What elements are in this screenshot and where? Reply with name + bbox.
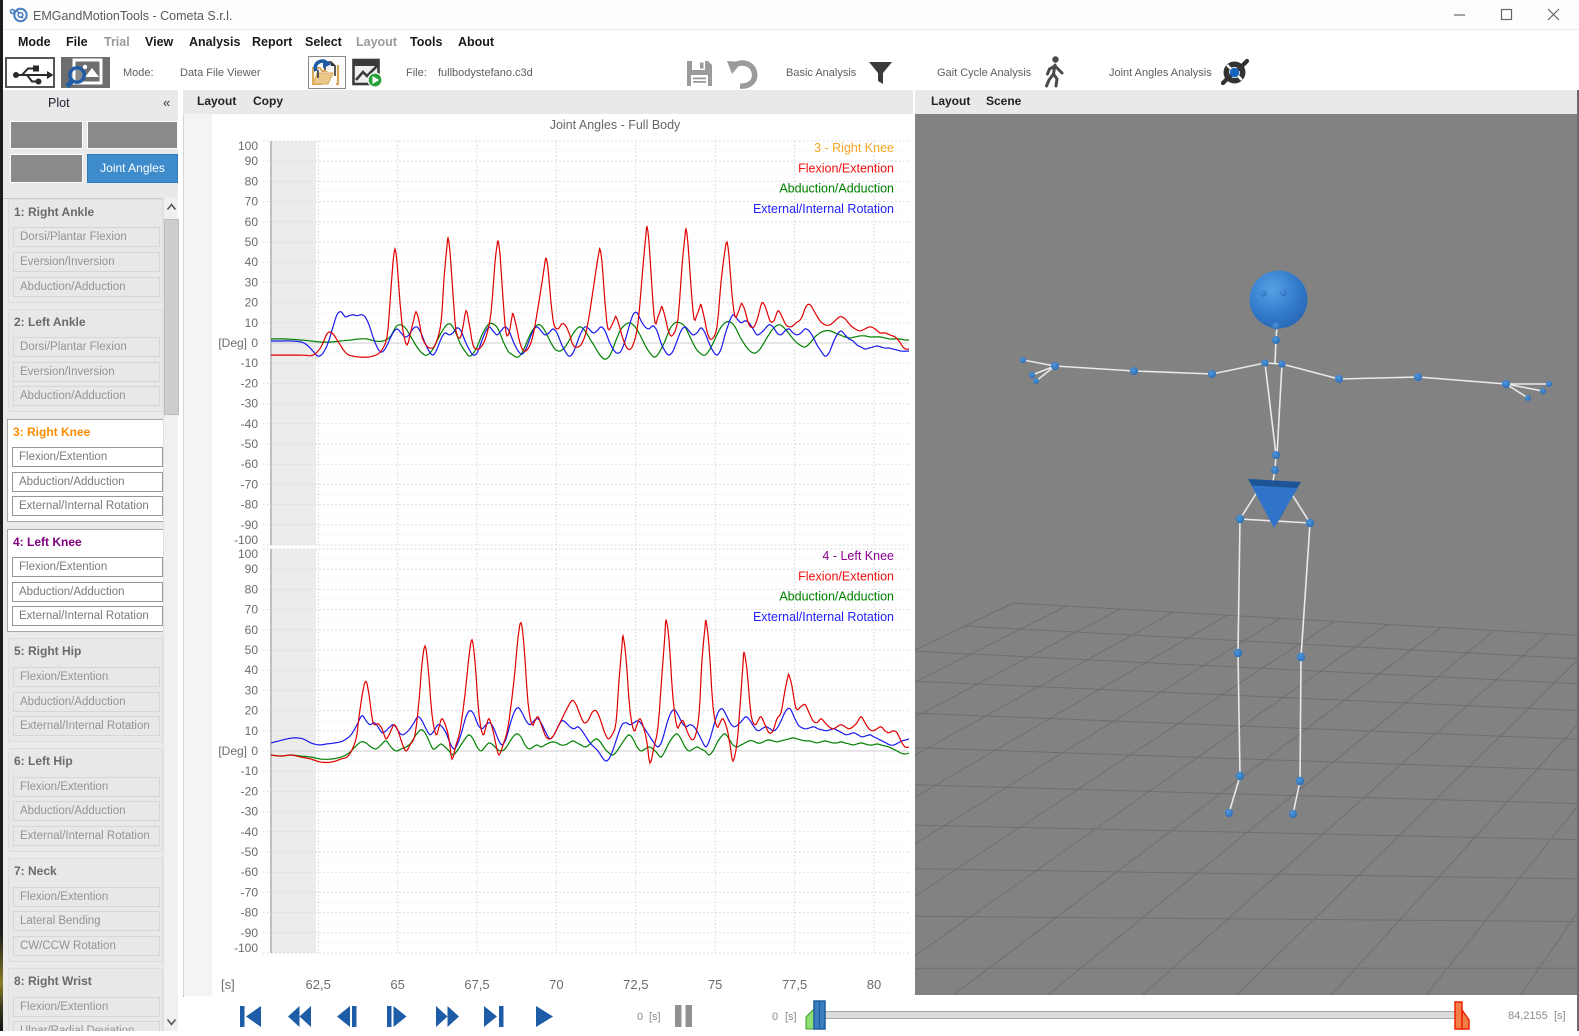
svg-text:4 - Left Knee: 4 - Left Knee (822, 549, 894, 563)
svg-text:80: 80 (245, 174, 259, 188)
svg-text:-70: -70 (241, 477, 259, 491)
svg-text:Abduction/Adduction: Abduction/Adduction (779, 182, 894, 196)
svg-text:-50: -50 (241, 437, 259, 451)
svg-text:[s]: [s] (221, 977, 235, 992)
svg-text:[Deg]: [Deg] (218, 336, 247, 350)
svg-text:0: 0 (251, 744, 258, 758)
svg-text:77,5: 77,5 (782, 977, 807, 992)
svg-text:-80: -80 (241, 906, 259, 920)
svg-text:80: 80 (245, 582, 259, 596)
svg-text:External/Internal Rotation: External/Internal Rotation (753, 202, 894, 216)
svg-text:[s]: [s] (1554, 1010, 1566, 1022)
svg-text:0: 0 (772, 1011, 778, 1023)
svg-text:-30: -30 (241, 805, 259, 819)
svg-text:10: 10 (245, 316, 259, 330)
svg-text:90: 90 (245, 562, 259, 576)
svg-text:-100: -100 (234, 533, 258, 547)
svg-text:-40: -40 (241, 825, 259, 839)
svg-text:Flexion/Extention: Flexion/Extention (798, 161, 894, 175)
svg-text:-70: -70 (241, 885, 259, 899)
svg-text:20: 20 (245, 704, 259, 718)
svg-text:70: 70 (245, 603, 259, 617)
svg-text:-50: -50 (241, 845, 259, 859)
svg-text:3 - Right Knee: 3 - Right Knee (814, 141, 894, 155)
svg-text:-90: -90 (241, 926, 259, 940)
svg-text:[s]: [s] (785, 1011, 797, 1023)
svg-text:-10: -10 (241, 356, 259, 370)
svg-text:65: 65 (390, 977, 404, 992)
svg-text:90: 90 (245, 154, 259, 168)
svg-text:0: 0 (637, 1011, 643, 1023)
svg-text:30: 30 (245, 275, 259, 289)
svg-text:20: 20 (245, 296, 259, 310)
svg-text:External/Internal Rotation: External/Internal Rotation (753, 610, 894, 624)
svg-text:-90: -90 (241, 518, 259, 532)
svg-text:-40: -40 (241, 417, 259, 431)
svg-text:-10: -10 (241, 764, 259, 778)
svg-text:100: 100 (238, 139, 258, 153)
svg-text:80: 80 (867, 977, 881, 992)
svg-text:[s]: [s] (649, 1011, 661, 1023)
svg-text:-60: -60 (241, 865, 259, 879)
svg-text:Abduction/Adduction: Abduction/Adduction (779, 590, 894, 604)
svg-text:-60: -60 (241, 457, 259, 471)
svg-text:100: 100 (238, 547, 258, 561)
svg-text:50: 50 (245, 643, 259, 657)
svg-text:75: 75 (708, 977, 722, 992)
svg-text:30: 30 (245, 683, 259, 697)
svg-text:-30: -30 (241, 397, 259, 411)
svg-text:70: 70 (549, 977, 563, 992)
svg-text:-100: -100 (234, 941, 258, 955)
svg-text:70: 70 (245, 195, 259, 209)
svg-text:62,5: 62,5 (306, 977, 331, 992)
svg-text:Flexion/Extention: Flexion/Extention (798, 569, 894, 583)
svg-text:10: 10 (245, 724, 259, 738)
svg-text:40: 40 (245, 663, 259, 677)
svg-text:60: 60 (245, 215, 259, 229)
svg-text:0: 0 (251, 336, 258, 350)
svg-text:-20: -20 (241, 784, 259, 798)
svg-text:84,2155: 84,2155 (1508, 1010, 1548, 1022)
svg-text:Joint Angles - Full Body: Joint Angles - Full Body (550, 118, 681, 132)
svg-text:67,5: 67,5 (464, 977, 489, 992)
svg-text:72,5: 72,5 (623, 977, 648, 992)
svg-text:40: 40 (245, 255, 259, 269)
svg-text:60: 60 (245, 623, 259, 637)
svg-text:[Deg]: [Deg] (218, 744, 247, 758)
svg-text:50: 50 (245, 235, 259, 249)
svg-text:-20: -20 (241, 376, 259, 390)
svg-text:-80: -80 (241, 498, 259, 512)
